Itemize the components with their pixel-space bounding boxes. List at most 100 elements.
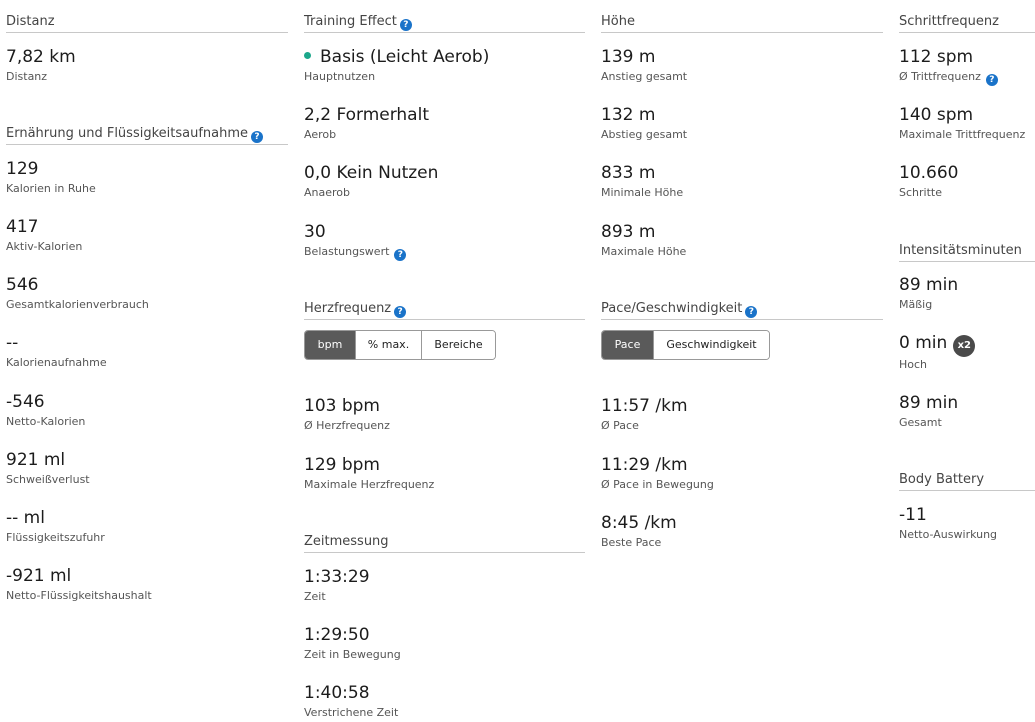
stat-zeit-bewegung: 1:29:50 Zeit in Bewegung — [304, 624, 585, 664]
section-title: Intensitätsminuten — [899, 243, 1022, 258]
status-dot-icon — [304, 52, 311, 59]
stat-label: Netto-Flüssigkeitshaushalt — [6, 589, 152, 602]
help-icon[interactable]: ? — [394, 249, 407, 261]
stat-label: Schritte — [899, 186, 942, 199]
stat-label: Ø Herzfrequenz — [304, 419, 390, 432]
stat-label: Abstieg gesamt — [601, 128, 688, 141]
stat-label: Schweißverlust — [6, 473, 90, 486]
stat-label: Mäßig — [899, 298, 933, 311]
section-title: Training Effect — [304, 14, 397, 29]
stat-anstieg: 139 m Anstieg gesamt — [601, 46, 883, 86]
stat-value: 30 — [304, 222, 326, 242]
stat-value: 0 min — [899, 333, 948, 353]
section-header-distanz: Distanz — [6, 12, 288, 33]
section-header-zeitmessung: Zeitmessung — [304, 532, 585, 553]
stat-gesamtkalorien: 546 Gesamtkalorienverbrauch — [6, 274, 288, 314]
section-title: Distanz — [6, 14, 55, 29]
stat-label: Netto-Auswirkung — [899, 528, 998, 541]
stat-label: Minimale Höhe — [601, 186, 684, 199]
section-header-intensitaet: Intensitätsminuten — [899, 241, 1035, 262]
stat-aktiv-kalorien: 417 Aktiv-Kalorien — [6, 216, 288, 256]
stat-label: Anaerob — [304, 186, 350, 199]
stat-belastungswert: 30 Belastungswert? — [304, 221, 585, 261]
stat-label: Gesamtkalorienverbrauch — [6, 298, 149, 311]
stat-value: 140 spm — [899, 105, 974, 125]
section-title: Höhe — [601, 14, 635, 29]
stat-value: 11:29 /km — [601, 455, 688, 475]
toggle-bpm-button[interactable]: bpm — [305, 331, 356, 359]
stat-value: Basis (Leicht Aerob) — [320, 47, 490, 67]
stat-value: 129 bpm — [304, 455, 380, 475]
stat-value: 132 m — [601, 105, 656, 125]
stat-avg-heart-rate: 103 bpm Ø Herzfrequenz — [304, 395, 585, 435]
section-header-hoehe: Höhe — [601, 12, 883, 33]
section-title: Body Battery — [899, 472, 985, 487]
stat-value: 8:45 /km — [601, 513, 677, 533]
stat-value: -- — [6, 333, 19, 353]
stat-value: 417 — [6, 217, 39, 237]
stat-netto-kalorien: -546 Netto-Kalorien — [6, 391, 288, 431]
stat-label: Netto-Kalorien — [6, 415, 86, 428]
section-header-pace: Pace/Geschwindigkeit? — [601, 299, 883, 320]
stat-value: -921 ml — [6, 566, 72, 586]
stat-distanz: 7,82 km Distanz — [6, 46, 288, 86]
stat-value: 103 bpm — [304, 396, 380, 416]
stat-label: Maximale Herzfrequenz — [304, 478, 435, 491]
stat-label: Belastungswert — [304, 245, 390, 258]
stat-avg-cadence: 112 spm Ø Trittfrequenz? — [899, 46, 1035, 86]
stat-best-pace: 8:45 /km Beste Pace — [601, 512, 883, 552]
help-icon[interactable]: ? — [394, 306, 407, 318]
stat-body-battery: -11 Netto-Auswirkung — [899, 504, 1035, 544]
pace-speed-toggle: Pace Geschwindigkeit — [601, 330, 770, 360]
toggle-speed-button[interactable]: Geschwindigkeit — [654, 331, 769, 359]
stat-label: Distanz — [6, 70, 48, 83]
stat-value: -546 — [6, 392, 45, 412]
stat-label: Ø Pace — [601, 419, 639, 432]
help-icon[interactable]: ? — [745, 306, 758, 318]
stat-kalorien-ruhe: 129 Kalorien in Ruhe — [6, 158, 288, 198]
stat-value: 1:33:29 — [304, 567, 370, 587]
help-icon[interactable]: ? — [985, 74, 998, 86]
stat-max-cadence: 140 spm Maximale Trittfrequenz — [899, 104, 1035, 144]
stat-abstieg: 132 m Abstieg gesamt — [601, 104, 883, 144]
stat-label: Ø Trittfrequenz — [899, 70, 981, 83]
stat-value: 139 m — [601, 47, 656, 67]
stat-verstrichene-zeit: 1:40:58 Verstrichene Zeit — [304, 682, 585, 722]
help-icon[interactable]: ? — [251, 131, 264, 143]
stat-value: 89 min — [899, 393, 959, 413]
section-title: Herzfrequenz — [304, 301, 392, 316]
stat-value: 112 spm — [899, 47, 974, 67]
stat-value: 89 min — [899, 275, 959, 295]
stat-value: -- ml — [6, 508, 45, 528]
stat-value: 7,82 km — [6, 47, 76, 67]
stat-total-minutes: 89 min Gesamt — [899, 392, 1035, 432]
stat-value: 0,0 Kein Nutzen — [304, 163, 439, 183]
stat-label: Maximale Trittfrequenz — [899, 128, 1026, 141]
help-icon[interactable]: ? — [399, 19, 412, 31]
stat-schweissverlust: 921 ml Schweißverlust — [6, 449, 288, 489]
stat-label: Aerob — [304, 128, 337, 141]
section-header-herzfrequenz: Herzfrequenz? — [304, 299, 585, 320]
stat-value: 893 m — [601, 222, 656, 242]
stat-moving-pace: 11:29 /km Ø Pace in Bewegung — [601, 454, 883, 494]
section-header-schrittfrequenz: Schrittfrequenz — [899, 12, 1035, 33]
toggle-zones-button[interactable]: Bereiche — [422, 331, 495, 359]
stat-label: Kalorienaufnahme — [6, 356, 107, 369]
stat-label: Hauptnutzen — [304, 70, 376, 83]
stat-label: Gesamt — [899, 416, 942, 429]
stat-steps: 10.660 Schritte — [899, 162, 1035, 202]
stat-moderate-minutes: 89 min Mäßig — [899, 274, 1035, 314]
stat-value: 10.660 — [899, 163, 959, 183]
stat-label: Hoch — [899, 358, 928, 371]
stat-value: 833 m — [601, 163, 656, 183]
stat-value: -11 — [899, 505, 927, 525]
stat-label: Flüssigkeitszufuhr — [6, 531, 105, 544]
toggle-percent-max-button[interactable]: % max. — [356, 331, 422, 359]
stat-max-heart-rate: 129 bpm Maximale Herzfrequenz — [304, 454, 585, 494]
toggle-pace-button[interactable]: Pace — [602, 331, 654, 359]
stat-avg-pace: 11:57 /km Ø Pace — [601, 395, 883, 435]
stat-netto-fluessigkeit: -921 ml Netto-Flüssigkeitshaushalt — [6, 565, 288, 605]
stat-kalorienaufnahme: -- Kalorienaufnahme — [6, 332, 288, 372]
section-title: Schrittfrequenz — [899, 14, 999, 29]
stat-zeit: 1:33:29 Zeit — [304, 566, 585, 606]
